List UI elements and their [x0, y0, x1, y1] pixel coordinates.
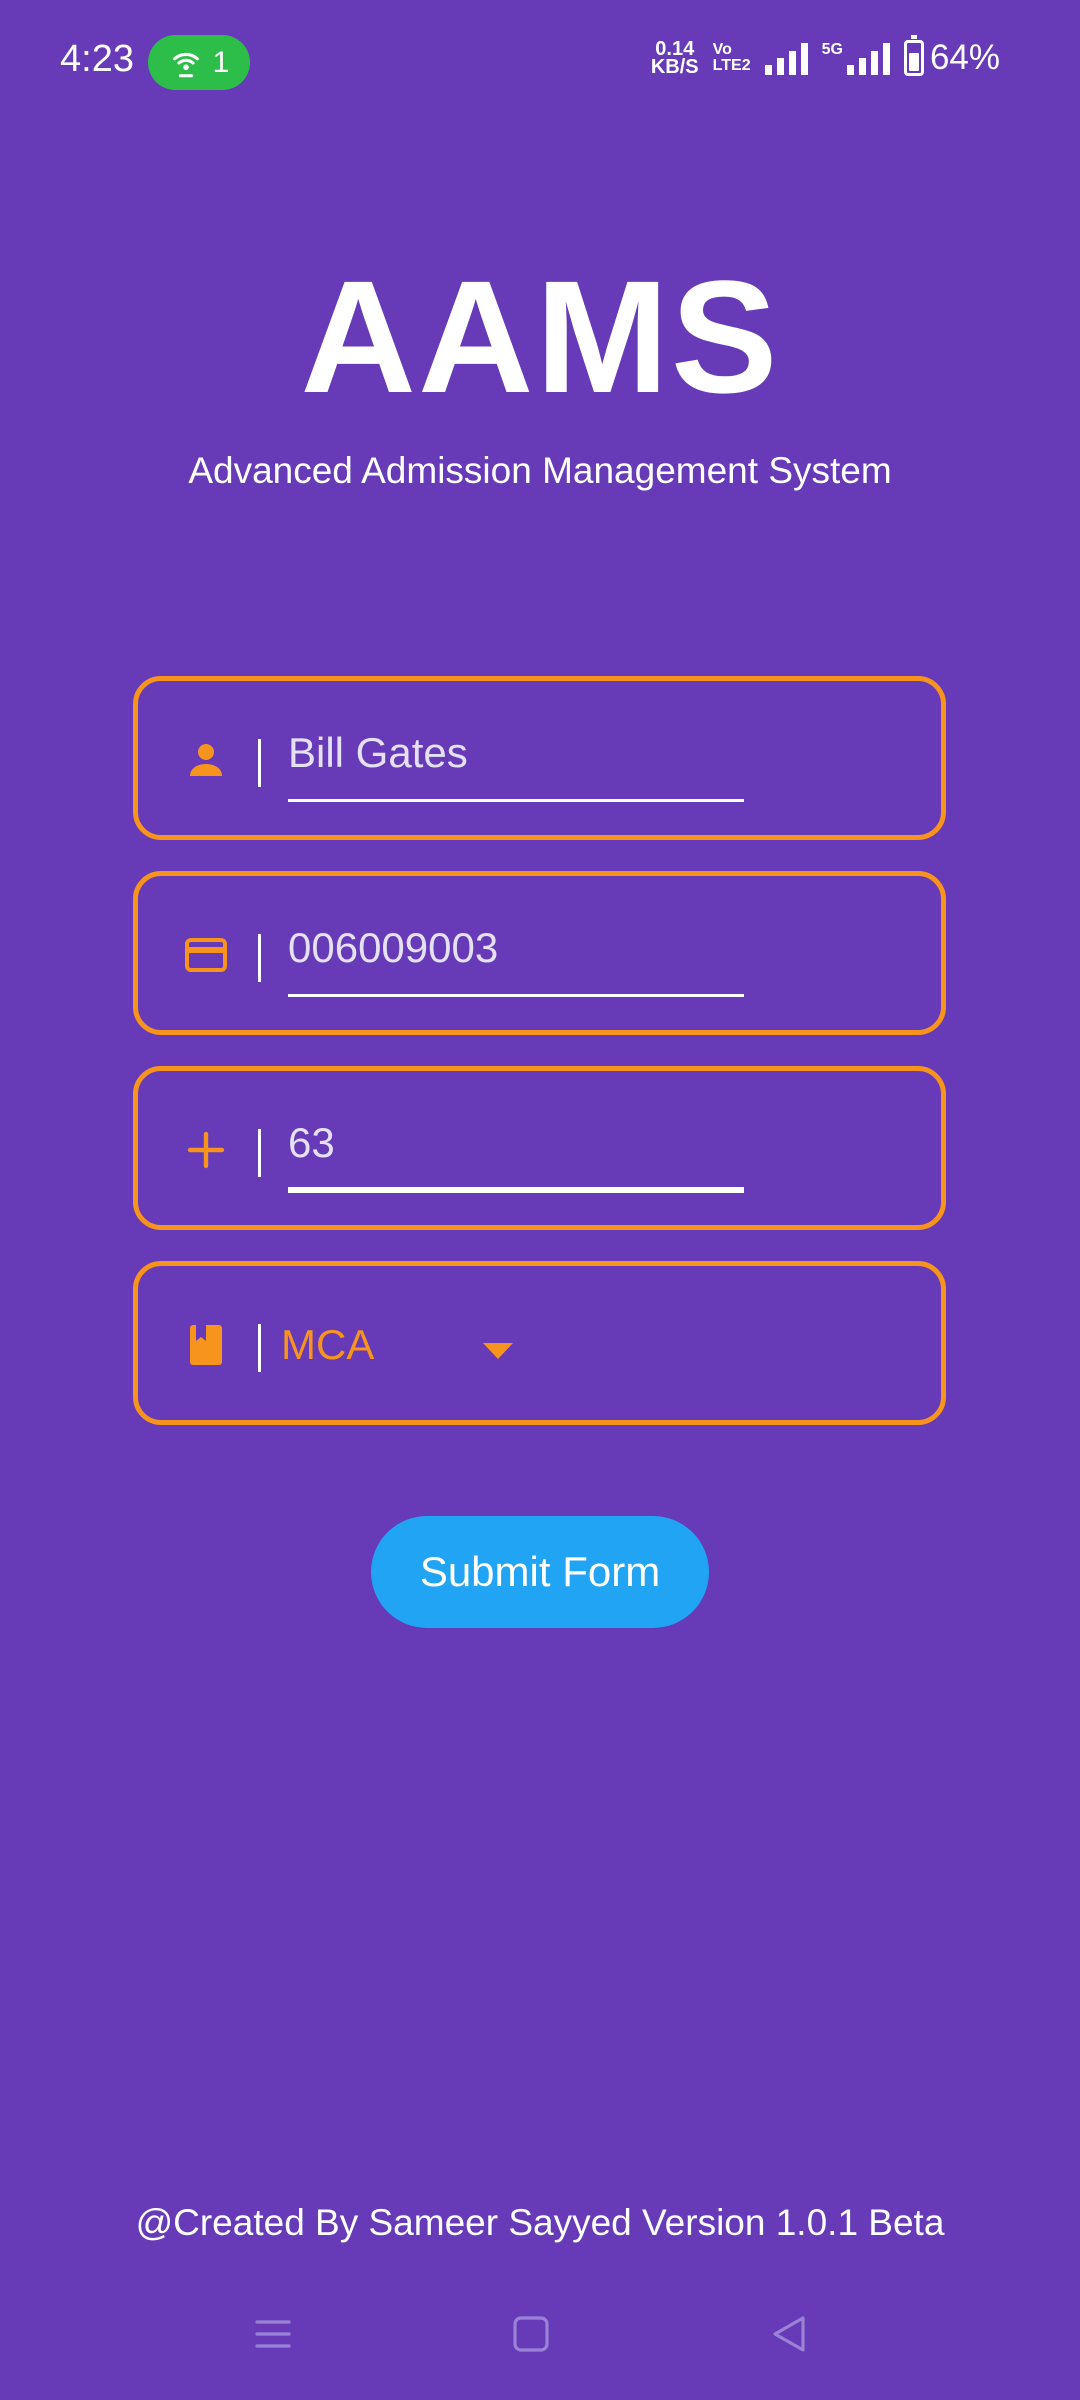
id-input[interactable]: 006009003	[288, 924, 498, 972]
course-select[interactable]: MCA	[281, 1321, 374, 1369]
navigation-bar	[0, 2300, 1080, 2370]
hotspot-icon	[172, 52, 199, 77]
submit-button[interactable]: Submit Form	[371, 1516, 709, 1628]
book-icon	[190, 1325, 222, 1365]
home-icon[interactable]	[507, 2310, 555, 2358]
hotspot-count: 1	[212, 45, 230, 79]
id-underline	[288, 994, 744, 997]
back-icon[interactable]	[765, 2310, 813, 2358]
menu-icon[interactable]	[249, 2310, 297, 2358]
app-title: AAMS	[300, 247, 780, 426]
card-icon	[185, 938, 227, 972]
course-field[interactable]: MCA	[133, 1261, 946, 1425]
name-underline	[288, 799, 744, 802]
person-icon	[190, 744, 222, 776]
field-separator	[258, 934, 261, 982]
marks-field[interactable]: 63	[133, 1066, 946, 1230]
status-time: 4:23	[60, 38, 134, 80]
network-type: 5G	[821, 41, 843, 58]
field-separator	[258, 1324, 261, 1372]
signal-icon	[764, 41, 808, 75]
status-bar: 4:23 1 0.14 KB/S Vo LTE2 5G 64%	[0, 0, 1080, 126]
volte-indicator: Vo LTE2	[713, 42, 751, 74]
field-separator	[258, 1129, 261, 1177]
footer-credit: @Created By Sameer Sayyed Version 1.0.1 …	[135, 2202, 945, 2243]
volte-top: Vo	[712, 41, 732, 58]
plus-icon	[187, 1131, 225, 1169]
id-field[interactable]: 006009003	[133, 871, 946, 1035]
field-separator	[258, 739, 261, 787]
marks-input[interactable]: 63	[288, 1119, 335, 1167]
signal-5g-icon: 5G	[822, 41, 890, 75]
battery-icon	[903, 35, 924, 76]
net-speed: 0.14 KB/S	[650, 39, 699, 78]
volte-bottom: LTE2	[712, 57, 751, 74]
app-subtitle: Advanced Admission Management System	[188, 450, 892, 491]
net-speed-unit: KB/S	[650, 56, 699, 78]
battery-level: 64%	[929, 38, 1000, 77]
battery-indicator: 64%	[903, 35, 1000, 78]
name-input[interactable]: Bill Gates	[288, 729, 468, 777]
hotspot-indicator[interactable]: 1	[148, 35, 250, 90]
marks-underline	[288, 1187, 744, 1193]
name-field[interactable]: Bill Gates	[133, 676, 946, 840]
chevron-down-icon[interactable]	[483, 1343, 513, 1359]
